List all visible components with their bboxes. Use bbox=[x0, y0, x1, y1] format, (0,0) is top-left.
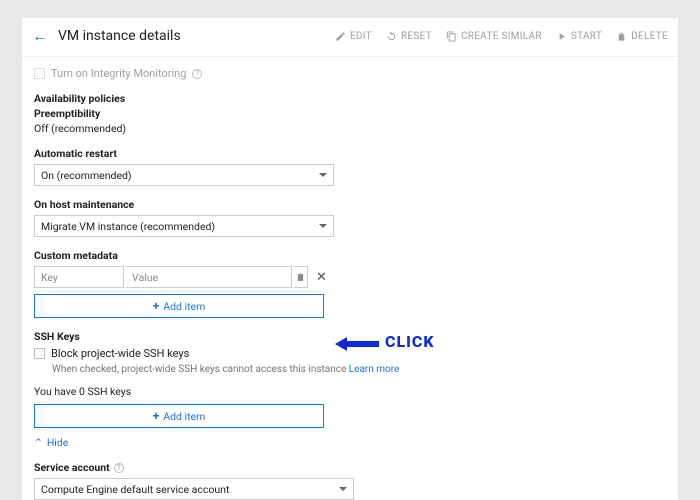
auto-restart-label: Automatic restart bbox=[34, 147, 666, 160]
chevron-down-icon bbox=[319, 224, 327, 228]
pencil-icon bbox=[335, 31, 346, 42]
integrity-checkbox[interactable] bbox=[34, 68, 45, 79]
integrity-label: Turn on Integrity Monitoring bbox=[51, 67, 186, 80]
edit-button[interactable]: EDIT bbox=[335, 31, 372, 42]
ssh-key-count: You have 0 SSH keys bbox=[34, 385, 666, 398]
block-ssh-row: Block project-wide SSH keys bbox=[34, 347, 666, 360]
remove-row-icon[interactable]: ✕ bbox=[316, 270, 327, 285]
preemptibility-label: Preemptibility bbox=[34, 107, 666, 120]
trash-icon bbox=[616, 31, 627, 42]
paste-icon bbox=[296, 272, 305, 283]
reset-icon bbox=[386, 31, 397, 42]
block-ssh-note: When checked, project-wide SSH keys cann… bbox=[52, 364, 666, 375]
start-button[interactable]: START bbox=[556, 31, 602, 42]
paste-icon-button[interactable] bbox=[294, 266, 308, 288]
collapse-icon: ⌃ bbox=[34, 436, 43, 449]
block-ssh-label: Block project-wide SSH keys bbox=[51, 347, 189, 360]
add-metadata-button[interactable]: + Add item bbox=[34, 294, 324, 318]
metadata-value-input[interactable]: Value bbox=[126, 266, 292, 288]
create-similar-button[interactable]: CREATE SIMILAR bbox=[446, 31, 542, 42]
page-header: ← VM instance details EDIT RESET CREATE … bbox=[22, 18, 678, 56]
form-body: Turn on Integrity Monitoring ? Availabil… bbox=[22, 57, 678, 500]
preemptibility-value: Off (recommended) bbox=[34, 122, 666, 135]
help-icon[interactable]: ? bbox=[114, 463, 124, 473]
vm-details-panel: ← VM instance details EDIT RESET CREATE … bbox=[22, 18, 678, 500]
back-arrow-icon[interactable]: ← bbox=[32, 26, 48, 46]
learn-more-link[interactable]: Learn more bbox=[349, 364, 400, 375]
header-actions: EDIT RESET CREATE SIMILAR START DELETE bbox=[335, 31, 668, 42]
help-icon[interactable]: ? bbox=[192, 69, 202, 79]
hide-toggle[interactable]: ⌃ Hide bbox=[34, 436, 666, 449]
service-account-select[interactable]: Compute Engine default service account bbox=[34, 478, 354, 500]
integrity-monitoring-row: Turn on Integrity Monitoring ? bbox=[34, 67, 666, 80]
service-account-label: Service account ? bbox=[34, 461, 666, 474]
plus-icon: + bbox=[153, 299, 160, 313]
reset-button[interactable]: RESET bbox=[386, 31, 432, 42]
metadata-row: Key Value ✕ bbox=[34, 266, 666, 288]
auto-restart-select[interactable]: On (recommended) bbox=[34, 164, 334, 186]
chevron-down-icon bbox=[319, 173, 327, 177]
page-title: VM instance details bbox=[58, 28, 181, 44]
availability-heading: Availability policies bbox=[34, 92, 666, 105]
custom-metadata-label: Custom metadata bbox=[34, 249, 666, 262]
add-ssh-key-button[interactable]: + Add item bbox=[34, 404, 324, 428]
metadata-key-input[interactable]: Key bbox=[34, 266, 124, 288]
plus-icon: + bbox=[153, 409, 160, 423]
host-maintenance-select[interactable]: Migrate VM instance (recommended) bbox=[34, 215, 334, 237]
chevron-down-icon bbox=[339, 487, 347, 491]
host-maintenance-label: On host maintenance bbox=[34, 198, 666, 211]
copy-icon bbox=[446, 31, 457, 42]
play-icon bbox=[556, 31, 567, 42]
ssh-keys-label: SSH Keys bbox=[34, 330, 666, 343]
delete-button[interactable]: DELETE bbox=[616, 31, 668, 42]
block-ssh-checkbox[interactable] bbox=[34, 348, 45, 359]
